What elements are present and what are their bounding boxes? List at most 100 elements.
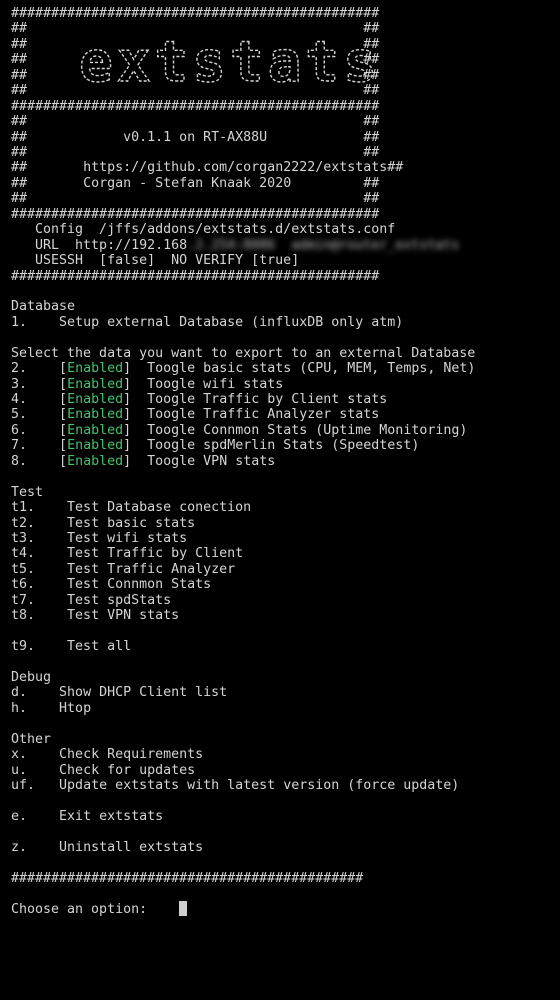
author-line: ## Corgan - Stefan Knaak 2020 ## xyxy=(11,176,556,191)
other-menu-item[interactable]: u. Check for updates xyxy=(11,763,556,778)
menu-label: Toogle Traffic by Client stats xyxy=(147,392,388,407)
menu-key: t8. xyxy=(11,608,68,624)
section-heading-export: Select the data you want to export to an… xyxy=(11,345,476,361)
bracket-close: ] xyxy=(123,361,148,377)
other-menu-list: x. Check Requirements u. Check for update… xyxy=(11,747,556,793)
bracket-open: [ xyxy=(59,392,68,407)
menu-label: Test Traffic by Client xyxy=(67,546,244,562)
debug-menu-item[interactable]: d. Show DHCP Client list xyxy=(11,685,556,700)
menu-key: t2. xyxy=(11,515,68,531)
terminal-output: ########################################… xyxy=(11,6,556,917)
menu-label: Test Traffic Analyzer xyxy=(67,561,236,577)
author-text-pad: ## xyxy=(11,175,84,191)
menu-key: t7. xyxy=(11,592,68,608)
menu-label: Toogle basic stats (CPU, MEM, Temps, Net… xyxy=(147,361,476,377)
test-menu-item[interactable]: t3. Test wifi stats xyxy=(11,531,556,546)
author-text: Corgan - Stefan Knaak 2020 xyxy=(83,175,292,191)
test-menu-item[interactable]: t4. Test Traffic by Client xyxy=(11,546,556,561)
menu-key: 8. xyxy=(11,453,60,469)
other-menu-item[interactable]: x. Check Requirements xyxy=(11,747,556,762)
menu-key: t5. xyxy=(11,561,68,577)
debug-menu-item[interactable]: h. Htop xyxy=(11,701,556,716)
menu-label: Test spdStats xyxy=(67,592,172,608)
section-heading-test: Test xyxy=(11,484,44,500)
footer-border: ########################################… xyxy=(11,870,364,886)
menu-item-exit[interactable]: e. Exit extstats xyxy=(11,809,556,824)
export-toggle-item[interactable]: 2. [Enabled] Toogle basic stats (CPU, ME… xyxy=(11,361,556,376)
section-heading-debug: Debug xyxy=(11,669,52,685)
menu-key: e. xyxy=(11,808,60,824)
menu-label: Htop xyxy=(59,700,92,716)
test-menu-list: t1. Test Database conection t2. Test basi… xyxy=(11,500,556,624)
menu-key: 7. xyxy=(11,438,60,454)
banner-side-line: ## ## xyxy=(11,114,380,130)
banner-border-mid: ########################################… xyxy=(11,98,380,114)
status-enabled: Enabled xyxy=(67,453,124,469)
menu-key: 4. xyxy=(11,392,60,407)
project-url-line: ## https://github.com/corgan2222/extstat… xyxy=(11,160,556,175)
menu-label: Setup external Database (influxDB only a… xyxy=(59,314,404,330)
banner-side-line: ## ## xyxy=(11,191,380,207)
menu-label: Test VPN stats xyxy=(67,608,180,624)
menu-key: u. xyxy=(11,762,60,778)
export-toggle-item[interactable]: 4. [Enabled] Toogle Traffic by Client st… xyxy=(11,392,556,407)
section-heading-database: Database xyxy=(11,299,76,315)
menu-key: h. xyxy=(11,700,60,716)
logo-block: ## ## ## ## ## ## ## ## ## ## extstats xyxy=(11,21,556,98)
logo-text: extstats xyxy=(79,31,381,93)
menu-key: d. xyxy=(11,685,60,701)
menu-item-setup-database[interactable]: 1. Setup external Database (influxDB onl… xyxy=(11,315,556,330)
config-border-bottom: ########################################… xyxy=(11,268,380,284)
menu-item-test-all[interactable]: t9. Test all xyxy=(11,639,556,654)
menu-key: 1. xyxy=(11,314,60,330)
prompt-label: Choose an option: xyxy=(11,902,148,918)
export-toggle-item[interactable]: 6. [Enabled] Toogle Connmon Stats (Uptim… xyxy=(11,423,556,438)
menu-item-uninstall[interactable]: z. Uninstall extstats xyxy=(11,840,556,855)
export-toggle-item[interactable]: 5. [Enabled] Toogle Traffic Analyzer sta… xyxy=(11,407,556,422)
export-toggle-list: 2. [Enabled] Toogle basic stats (CPU, ME… xyxy=(11,361,556,469)
version-line: ## v0.1.1 on RT-AX88U ## xyxy=(11,130,556,145)
status-enabled: Enabled xyxy=(67,376,124,392)
test-menu-item[interactable]: t7. Test spdStats xyxy=(11,593,556,608)
config-url-blurred: .2.254:8086 admin@router_extstats xyxy=(187,237,460,253)
menu-label: Test Connmon Stats xyxy=(67,577,212,593)
config-url-text: URL http://192.168 xyxy=(11,237,188,253)
menu-label: Toogle Traffic Analyzer stats xyxy=(147,407,380,423)
menu-key: t1. xyxy=(11,500,68,516)
status-enabled: Enabled xyxy=(67,438,124,454)
project-url-text-pad: ## xyxy=(11,160,84,176)
test-menu-item[interactable]: t5. Test Traffic Analyzer xyxy=(11,562,556,577)
menu-label: Toogle spdMerlin Stats (Speedtest) xyxy=(147,438,420,454)
banner-side-line: ## ## xyxy=(11,145,380,160)
export-toggle-item[interactable]: 3. [Enabled] Toogle wifi stats xyxy=(11,377,556,392)
menu-label: Toogle Connmon Stats (Uptime Monitoring) xyxy=(147,422,468,438)
export-toggle-item[interactable]: 8. [Enabled] Toogle VPN stats xyxy=(11,454,556,469)
bracket-open: [ xyxy=(59,407,68,423)
status-enabled: Enabled xyxy=(67,361,124,377)
menu-key: 2. xyxy=(11,361,60,377)
test-menu-item[interactable]: t6. Test Connmon Stats xyxy=(11,577,556,592)
menu-label: Exit extstats xyxy=(59,808,164,824)
test-menu-item[interactable]: t2. Test basic stats xyxy=(11,516,556,531)
option-prompt-line[interactable]: Choose an option: xyxy=(11,901,556,918)
test-menu-item[interactable]: t8. Test VPN stats xyxy=(11,608,556,623)
bracket-close: ] xyxy=(123,392,148,407)
test-menu-item[interactable]: t1. Test Database conection xyxy=(11,500,556,515)
export-toggle-item[interactable]: 7. [Enabled] Toogle spdMerlin Stats (Spe… xyxy=(11,438,556,453)
menu-key: 6. xyxy=(11,422,60,438)
project-url-text-pad-end: ## xyxy=(387,160,404,176)
bracket-open: [ xyxy=(59,453,68,469)
author-text-pad-end: ## xyxy=(291,175,380,191)
menu-key: t9. xyxy=(11,639,68,654)
menu-key: 5. xyxy=(11,407,60,423)
bracket-close: ] xyxy=(123,438,148,454)
text-cursor[interactable] xyxy=(179,901,188,917)
config-usessh-line: USESSH [false] NO VERIFY [true] xyxy=(11,253,300,269)
debug-menu-list: d. Show DHCP Client list h. Htop xyxy=(11,685,556,716)
menu-key: uf. xyxy=(11,777,60,793)
menu-label: Show DHCP Client list xyxy=(59,685,228,701)
config-path-line: Config /jffs/addons/extstats.d/extstats.… xyxy=(11,222,396,238)
extstats-ascii-logo: extstats xyxy=(78,31,381,93)
bracket-close: ] xyxy=(123,422,148,438)
other-menu-item[interactable]: uf. Update extstats with latest version … xyxy=(11,778,556,793)
